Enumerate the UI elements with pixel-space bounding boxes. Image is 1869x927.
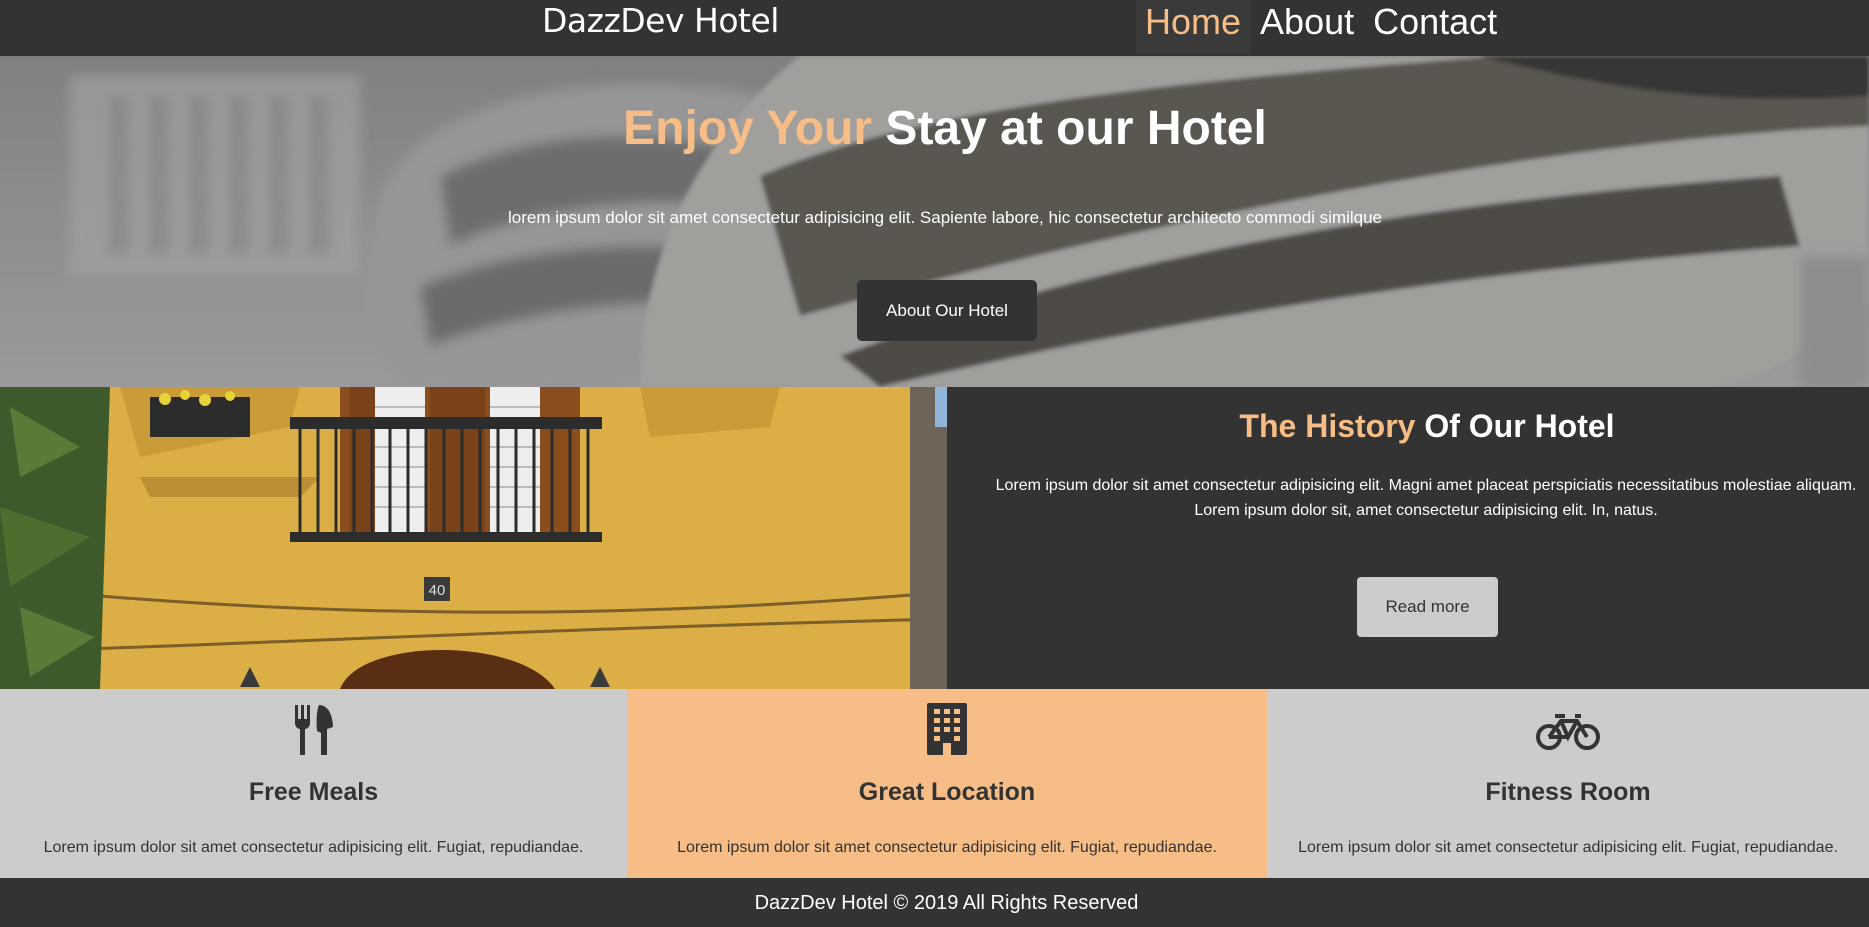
- hero-title-rest: Stay at our Hotel: [872, 102, 1267, 155]
- feature-card-fitness-room: Fitness Room Lorem ipsum dolor sit amet …: [1267, 689, 1869, 878]
- history-title: The History Of Our Hotel: [947, 408, 1869, 445]
- features-section: Free Meals Lorem ipsum dolor sit amet co…: [0, 689, 1869, 878]
- read-more-button[interactable]: Read more: [1357, 577, 1498, 637]
- feature-description: Lorem ipsum dolor sit amet consectetur a…: [677, 839, 1217, 856]
- building-icon: [927, 703, 967, 760]
- nav-link-contact[interactable]: Contact: [1364, 0, 1507, 54]
- history-title-accent: The History: [1239, 408, 1416, 444]
- history-section: 40 The History Of Our Hotel Lorem ipsum …: [0, 387, 1869, 689]
- history-description: Lorem ipsum dolor sit amet consectetur a…: [995, 477, 1857, 519]
- hero-banner: Enjoy Your Stay at our Hotel lorem ipsum…: [0, 56, 1869, 387]
- nav-link-about[interactable]: About: [1251, 0, 1364, 54]
- feature-card-great-location: Great Location Lorem ipsum dolor sit ame…: [627, 689, 1267, 878]
- feature-description: Lorem ipsum dolor sit amet consectetur a…: [43, 839, 584, 856]
- hotel-facade-image: 40: [0, 387, 947, 689]
- history-panel: The History Of Our Hotel Lorem ipsum dol…: [947, 387, 1869, 689]
- footer: DazzDev Hotel © 2019 All Rights Reserved: [0, 878, 1869, 927]
- about-hotel-button[interactable]: About Our Hotel: [857, 280, 1037, 341]
- nav-links: Home About Contact: [1136, 0, 1507, 54]
- bicycle-icon: [1535, 713, 1601, 756]
- footer-copyright: DazzDev Hotel © 2019 All Rights Reserved: [754, 892, 1139, 914]
- feature-title: Fitness Room: [1485, 778, 1651, 806]
- nav-link-home[interactable]: Home: [1136, 0, 1252, 54]
- feature-description: Lorem ipsum dolor sit amet consectetur a…: [1298, 839, 1838, 856]
- history-title-rest: Of Our Hotel: [1415, 408, 1615, 444]
- feature-title: Free Meals: [248, 778, 379, 806]
- hero-title: Enjoy Your Stay at our Hotel: [0, 101, 1869, 156]
- hero-description: lorem ipsum dolor sit amet consectetur a…: [507, 208, 1382, 227]
- navbar: DazzDev Hotel Home About Contact: [0, 0, 1869, 56]
- house-number: 40: [429, 582, 446, 599]
- feature-title: Great Location: [858, 778, 1036, 806]
- brand-logo[interactable]: DazzDev Hotel: [542, 0, 779, 42]
- utensils-icon: [293, 703, 335, 762]
- feature-card-free-meals: Free Meals Lorem ipsum dolor sit amet co…: [0, 689, 627, 878]
- hero-title-accent: Enjoy Your: [623, 102, 873, 155]
